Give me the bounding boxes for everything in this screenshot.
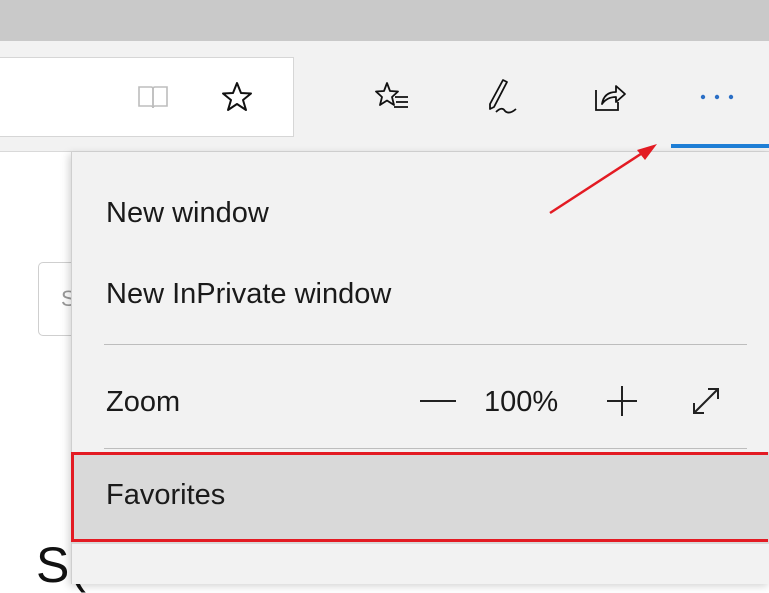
zoom-label: Zoom <box>106 386 181 418</box>
favorites-list-icon[interactable] <box>372 78 412 116</box>
highlight-annotation-box <box>71 452 768 542</box>
zoom-level: 100% <box>484 386 559 418</box>
close-icon[interactable] <box>704 0 726 11</box>
star-icon[interactable] <box>218 78 256 116</box>
pen-icon[interactable] <box>482 76 524 118</box>
window-titlebar <box>0 0 769 41</box>
book-icon[interactable] <box>134 80 172 114</box>
settings-menu: New window New InPrivate window Zoom 100… <box>71 152 769 584</box>
menu-item-favorites-row[interactable]: Favorites <box>71 452 769 544</box>
menu-item-new-inprivate-window[interactable]: New InPrivate window <box>106 277 391 311</box>
minus-icon[interactable] <box>418 381 458 421</box>
ellipsis-icon[interactable] <box>694 80 740 114</box>
menu-divider <box>104 448 747 449</box>
plus-icon[interactable] <box>602 381 642 421</box>
maximize-icon[interactable] <box>594 0 616 11</box>
expand-icon[interactable] <box>684 379 728 423</box>
menu-divider <box>104 344 747 345</box>
more-button-indicator <box>671 144 769 148</box>
menu-item-new-window[interactable]: New window <box>106 196 269 230</box>
share-icon[interactable] <box>590 78 630 116</box>
